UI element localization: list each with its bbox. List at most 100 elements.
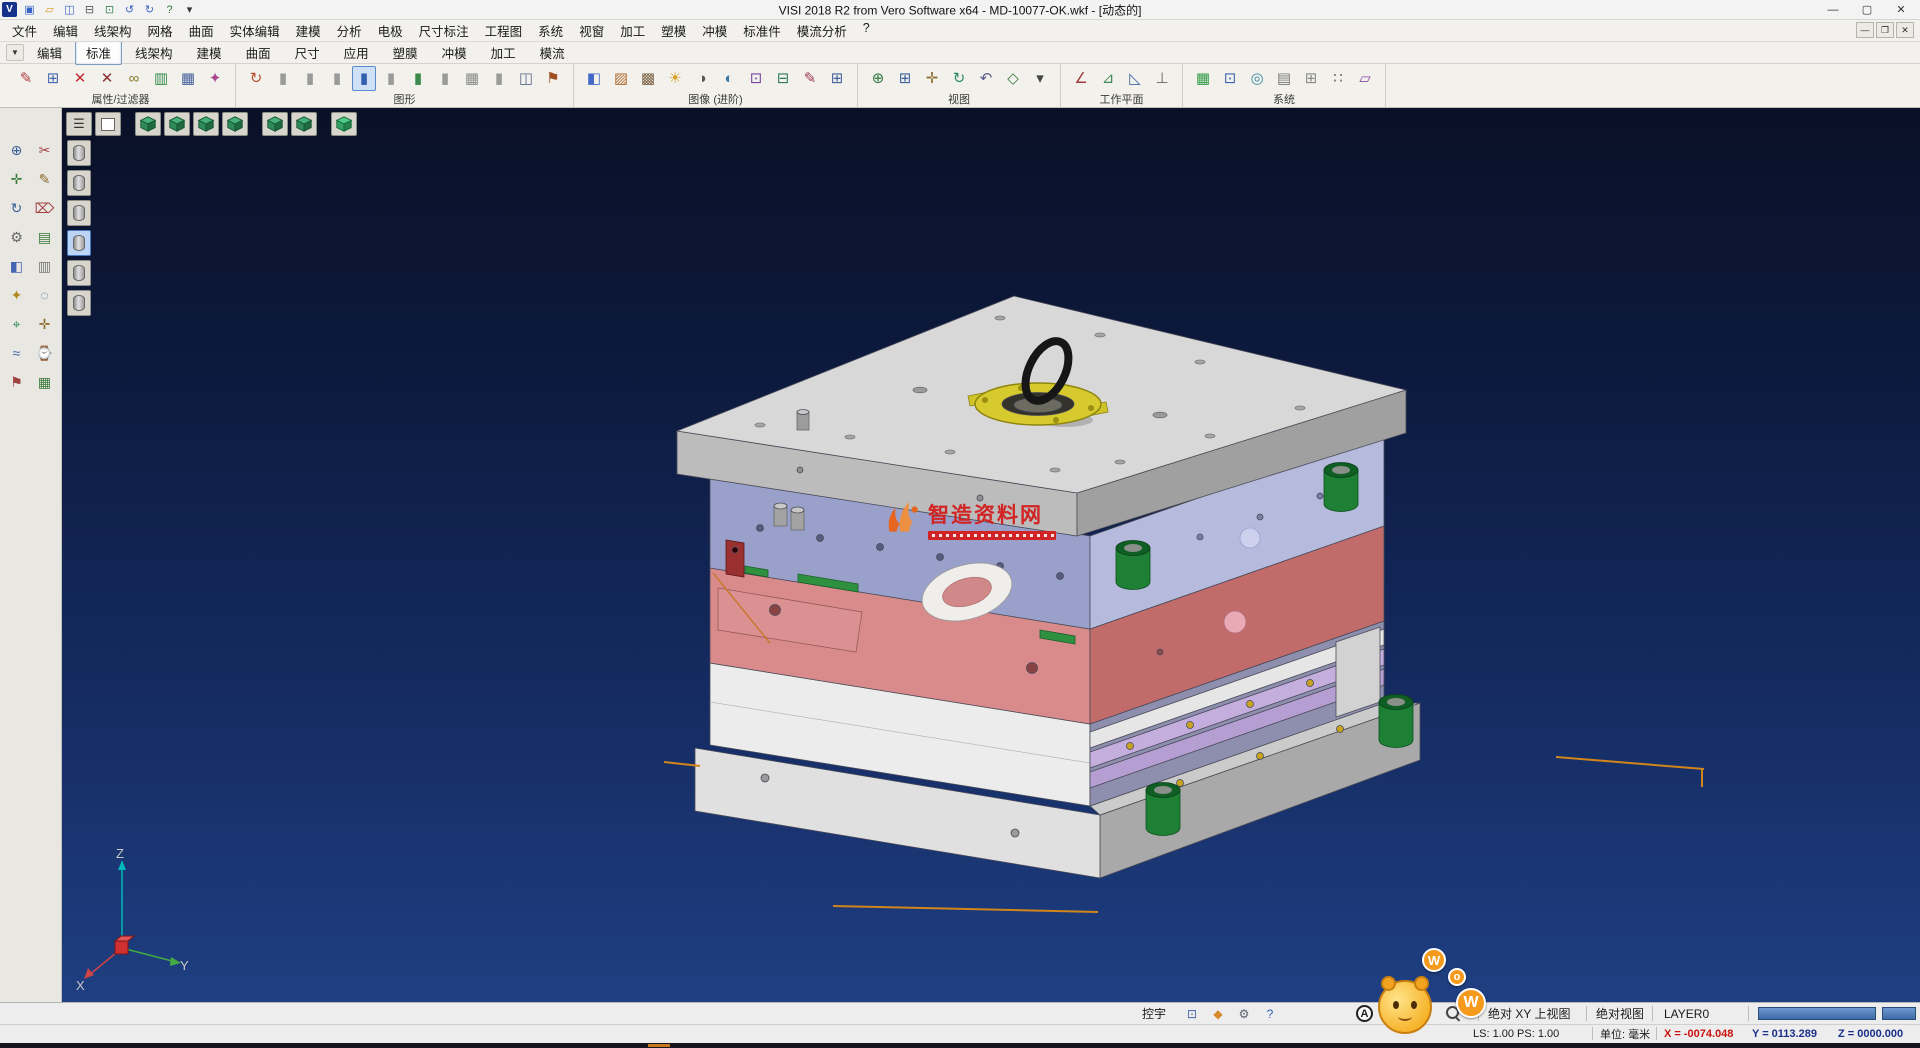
grid-settings-icon[interactable]: ⊞ [1299,66,1323,91]
menu-item[interactable]: 尺寸标注 [411,19,477,42]
new-file-icon[interactable]: ▣ [21,2,38,18]
ribbon-tab[interactable]: 标准 [75,40,122,65]
workplane-3points-icon[interactable]: ⊿ [1096,66,1120,91]
minimize-button[interactable]: — [1816,0,1850,19]
filter-wireframe-icon[interactable] [67,200,91,226]
menu-item[interactable]: 文件 [4,19,45,42]
ground-shadow-icon[interactable]: ▦ [460,66,484,91]
view-list-icon[interactable]: ▾ [1028,66,1052,91]
ribbon-tab[interactable]: 模流 [529,40,576,65]
tabbar-dropdown-icon[interactable]: ▼ [6,44,24,61]
display-settings-icon[interactable]: ⊡ [1218,66,1242,91]
wow-mascot[interactable]: W o W [1378,948,1490,1042]
menu-item[interactable]: 实体编辑 [222,19,288,42]
view-blank-icon[interactable] [95,112,121,136]
shaded-edges-display-icon[interactable]: ▮ [352,66,376,91]
menu-item[interactable]: 标准件 [735,19,789,42]
filter-solids-icon[interactable] [67,140,91,166]
sketch-icon[interactable]: ✎ [33,167,57,191]
ribbon-tab[interactable]: 编辑 [26,40,73,65]
point-icon[interactable]: ✛ [5,167,29,191]
view-front-icon[interactable] [164,112,190,136]
ribbon-tab[interactable]: 建模 [186,40,233,65]
curve-icon[interactable]: ≈ [5,341,29,365]
target-icon[interactable]: ⌖ [5,312,29,336]
shadows-icon[interactable]: ◑ [690,66,714,91]
textures-icon[interactable]: ▩ [636,66,660,91]
flag-icon[interactable]: ⚑ [5,370,29,394]
mdi-restore-icon[interactable]: ❐ [1876,22,1894,38]
help-icon[interactable]: ? [161,2,178,18]
snapshot-icon[interactable]: ⚑ [541,66,565,91]
history-icon[interactable]: ⌚ [33,341,57,365]
mdi-close-icon[interactable]: ✕ [1896,22,1914,38]
view-mode-label[interactable]: 绝对视图 [1596,1003,1644,1024]
menu-item[interactable]: 建模 [288,19,329,42]
view-shaded-cube-icon[interactable] [331,112,357,136]
view-top-icon[interactable] [193,112,219,136]
filter-favorites-icon[interactable]: ✦ [203,66,227,91]
menu-item[interactable]: 网格 [140,19,181,42]
menu-item[interactable]: 工程图 [477,19,531,42]
ribbon-tab[interactable]: 尺寸 [284,40,331,65]
zoom-fit-icon[interactable]: ⊕ [866,66,890,91]
sparkle-icon[interactable]: ✦ [5,283,29,307]
view-orientation-label[interactable]: 绝对 XY 上视图 [1488,1003,1570,1024]
perspective-icon[interactable]: ▮ [487,66,511,91]
menu-item[interactable]: 分析 [329,19,370,42]
save-icon[interactable]: ◫ [61,2,78,18]
close-button[interactable]: ✕ [1884,0,1918,19]
workplane-on-face-icon[interactable]: ◺ [1123,66,1147,91]
annotation-badge[interactable]: A [1356,1005,1373,1022]
open-file-icon[interactable]: ▱ [41,2,58,18]
section-display-icon[interactable]: ▮ [433,66,457,91]
print-icon[interactable]: ⊟ [81,2,98,18]
assist-icon[interactable]: ? [1260,1005,1280,1023]
shaded-display-icon[interactable]: ▮ [325,66,349,91]
menu-item[interactable]: ? [855,19,878,42]
ribbon-tab[interactable]: 塑膜 [382,40,429,65]
solids-icon[interactable]: ◧ [5,254,29,278]
settings-icon[interactable]: ⚙ [5,225,29,249]
view-back-icon[interactable] [262,112,288,136]
ribbon-tab[interactable]: 加工 [480,40,527,65]
mesh-icon[interactable]: ▦ [33,370,57,394]
edit-attributes-icon[interactable]: ✎ [14,66,38,91]
hidden-line-display-icon[interactable]: ▮ [298,66,322,91]
menu-item[interactable]: 曲面 [181,19,222,42]
rotate-view-icon[interactable]: ↻ [947,66,971,91]
render-quality-icon[interactable]: ◧ [582,66,606,91]
ribbon-tab[interactable]: 应用 [333,40,380,65]
move-icon[interactable]: ✛ [33,312,57,336]
view-right-icon[interactable] [222,112,248,136]
materials-icon[interactable]: ▨ [609,66,633,91]
workplane-reset-icon[interactable]: ⊥ [1150,66,1174,91]
report-table-icon[interactable]: ▤ [1272,66,1296,91]
face-highlight-icon[interactable]: ▮ [406,66,430,91]
menu-item[interactable]: 视窗 [571,19,612,42]
menu-item[interactable]: 系统 [530,19,571,42]
wireframe-display-icon[interactable]: ▮ [271,66,295,91]
doc-info-icon[interactable]: ⊡ [1182,1005,1202,1023]
rotate-icon[interactable]: ↻ [5,196,29,220]
quickbar-caret-icon[interactable]: ▾ [181,2,198,18]
view-axonometric-icon[interactable] [135,112,161,136]
link-attributes-icon[interactable]: ∞ [122,66,146,91]
active-layer-label[interactable]: LAYER0 [1664,1003,1709,1024]
layer-columns-icon[interactable]: ▥ [149,66,173,91]
reflections-icon[interactable]: ◐ [717,66,741,91]
redo-icon[interactable]: ↻ [141,2,158,18]
preview-icon[interactable]: ⊡ [101,2,118,18]
workplane-standard-icon[interactable]: ∠ [1069,66,1093,91]
language-icon[interactable]: ◎ [1245,66,1269,91]
filter-grid-icon[interactable]: ▦ [176,66,200,91]
dynamic-view-icon[interactable]: ◇ [1001,66,1025,91]
menu-item[interactable]: 模流分析 [789,19,855,42]
translucent-display-icon[interactable]: ▮ [379,66,403,91]
multi-window-icon[interactable]: ◫ [514,66,538,91]
filter-delete-all-icon[interactable]: ✕ [95,66,119,91]
filter-points-icon[interactable] [67,260,91,286]
trim-icon[interactable]: ✂ [33,138,57,162]
lights-icon[interactable]: ☀ [663,66,687,91]
match-properties-icon[interactable]: ⊞ [41,66,65,91]
